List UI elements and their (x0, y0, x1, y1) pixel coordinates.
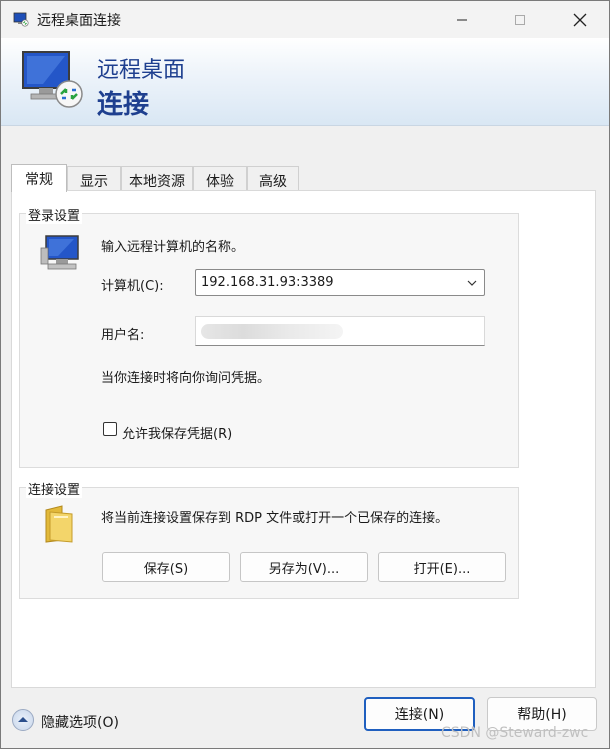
tab-advanced[interactable]: 高级 (247, 166, 299, 191)
tab-local-resources[interactable]: 本地资源 (121, 166, 193, 191)
header-banner: 远程桌面 连接 (1, 38, 609, 126)
username-input[interactable] (195, 316, 485, 346)
watermark-text: CSDN @Steward-zwc (441, 725, 589, 741)
username-label: 用户名: (101, 328, 145, 343)
banner-title-line1: 远程桌面 (97, 58, 186, 83)
close-button[interactable] (557, 1, 603, 38)
connection-description: 将当前连接设置保存到 RDP 文件或打开一个已保存的连接。 (101, 511, 449, 526)
banner-title-line2: 连接 (97, 90, 150, 120)
login-instruction: 输入远程计算机的名称。 (101, 240, 245, 255)
connection-settings-group: 连接设置 将当前连接设置保存到 RDP 文件或打开一个已保存的连接。 保存(S)… (19, 479, 519, 599)
hide-options-label[interactable]: 隐藏选项(O) (41, 712, 119, 732)
hide-options-toggle[interactable] (12, 709, 34, 731)
remote-desktop-window: 远程桌面连接 远程桌面 连接 常规 显示 本地资源 体验 高级 登录设置 输入远… (0, 0, 610, 749)
username-redacted (201, 324, 343, 339)
chevron-down-icon[interactable] (466, 277, 478, 289)
save-credentials-label[interactable]: 允许我保存凭据(R) (122, 423, 232, 442)
save-button[interactable]: 保存(S) (102, 552, 230, 582)
connection-settings-title: 连接设置 (26, 479, 83, 498)
minimize-button[interactable] (439, 1, 485, 38)
maximize-icon (515, 14, 525, 25)
computer-icon (40, 235, 79, 270)
maximize-button[interactable] (497, 1, 543, 38)
tab-general[interactable]: 常规 (11, 164, 67, 192)
tab-experience[interactable]: 体验 (193, 166, 247, 191)
save-credentials-checkbox[interactable] (103, 422, 117, 436)
close-icon (573, 13, 587, 26)
folder-icon (45, 505, 73, 543)
title-bar: 远程桌面连接 (1, 1, 609, 38)
computer-label: 计算机(C): (101, 279, 164, 294)
computer-value: 192.168.31.93:3389 (201, 275, 334, 290)
minimize-icon (457, 19, 467, 20)
computer-combobox[interactable]: 192.168.31.93:3389 (195, 269, 485, 296)
login-settings-group: 登录设置 输入远程计算机的名称。 计算机(C): 192.168.31.93:3… (19, 205, 519, 468)
remote-desktop-app-icon (13, 12, 29, 27)
remote-desktop-icon (22, 51, 83, 108)
open-button[interactable]: 打开(E)... (378, 552, 506, 582)
general-tab-panel: 登录设置 输入远程计算机的名称。 计算机(C): 192.168.31.93:3… (11, 190, 596, 688)
tab-display[interactable]: 显示 (67, 166, 121, 191)
window-title: 远程桌面连接 (37, 13, 121, 29)
credential-prompt-text: 当你连接时将向你询问凭据。 (101, 371, 271, 386)
chevron-up-icon (18, 717, 28, 722)
login-settings-title: 登录设置 (26, 205, 83, 224)
save-as-button[interactable]: 另存为(V)... (240, 552, 368, 582)
